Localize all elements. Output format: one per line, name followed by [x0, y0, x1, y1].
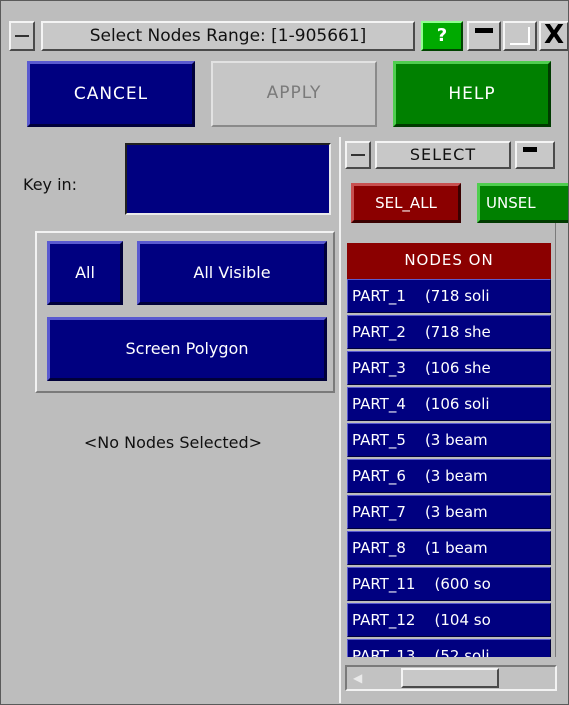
list-item[interactable]: PART_1 (718 soli	[347, 279, 551, 313]
screen-polygon-button[interactable]: Screen Polygon	[47, 317, 327, 381]
list-item[interactable]: PART_7 (3 beam	[347, 495, 551, 529]
selection-methods-group: All All Visible Screen Polygon	[35, 231, 335, 393]
horizontal-scrollbar[interactable]: ◀	[345, 665, 557, 691]
title-bar: Select Nodes Range: [1-905661] ? X	[5, 5, 568, 59]
key-in-label: Key in:	[23, 175, 78, 194]
all-button[interactable]: All	[47, 241, 123, 305]
select-panel-menu-button[interactable]	[345, 141, 371, 169]
apply-button[interactable]: APPLY	[211, 61, 377, 127]
parts-list: PART_1 (718 soli PART_2 (718 she PART_3 …	[347, 279, 551, 657]
list-item[interactable]: PART_8 (1 beam	[347, 531, 551, 565]
key-in-input[interactable]	[125, 143, 331, 215]
list-item[interactable]: PART_4 (106 soli	[347, 387, 551, 421]
node-selection-panel: Key in: All All Visible Screen Polygon <…	[7, 131, 339, 701]
list-item[interactable]: PART_6 (3 beam	[347, 459, 551, 493]
list-item[interactable]: PART_11 (600 so	[347, 567, 551, 601]
list-item[interactable]: PART_2 (718 she	[347, 315, 551, 349]
list-header: NODES ON	[347, 243, 551, 279]
select-panel-minimize-button[interactable]	[515, 141, 555, 169]
list-item[interactable]: PART_13 (52 soli	[347, 639, 551, 657]
select-panel-title: SELECT	[375, 141, 511, 169]
selection-status: <No Nodes Selected>	[83, 433, 263, 452]
cancel-button[interactable]: CANCEL	[27, 61, 195, 127]
list-item[interactable]: PART_12 (104 so	[347, 603, 551, 637]
select-nodes-window: Select Nodes Range: [1-905661] ? X CANCE…	[0, 0, 569, 705]
maximize-button[interactable]	[503, 21, 537, 51]
all-visible-button[interactable]: All Visible	[137, 241, 327, 305]
select-sub-panel: SELECT SEL_ALL UNSEL NODES ON PART_1 (71…	[339, 137, 568, 703]
scrollbar-thumb[interactable]	[401, 668, 499, 688]
sel-all-button[interactable]: SEL_ALL	[351, 183, 461, 223]
minimize-button[interactable]	[467, 21, 501, 51]
help-question-button[interactable]: ?	[421, 21, 463, 51]
window-menu-button[interactable]	[9, 21, 35, 51]
unsel-button[interactable]: UNSEL	[477, 183, 568, 223]
list-item[interactable]: PART_3 (106 she	[347, 351, 551, 385]
help-button[interactable]: HELP	[393, 61, 551, 127]
scroll-left-arrow-icon[interactable]: ◀	[353, 671, 362, 685]
close-button[interactable]: X	[539, 21, 568, 51]
list-item[interactable]: PART_5 (3 beam	[347, 423, 551, 457]
vertical-scrollbar[interactable]	[555, 223, 568, 657]
window-title: Select Nodes Range: [1-905661]	[41, 21, 415, 51]
